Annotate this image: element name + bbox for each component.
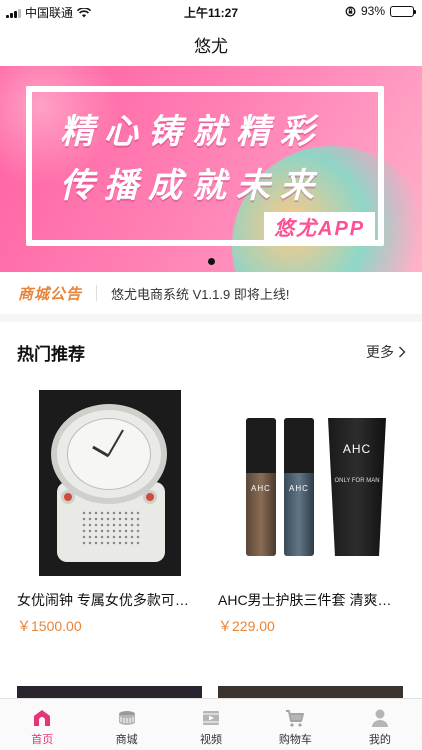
tab-label: 视频 bbox=[200, 734, 223, 746]
nav-bar: 悠尤 bbox=[0, 22, 422, 66]
banner-app-tag: 悠尤APP bbox=[264, 212, 376, 241]
tab-cart[interactable]: 购物车 bbox=[253, 699, 337, 750]
section-header: 热门推荐 更多 bbox=[0, 330, 422, 374]
battery-icon bbox=[390, 5, 416, 17]
mall-icon bbox=[118, 711, 135, 725]
more-label: 更多 bbox=[366, 344, 394, 360]
tab-label: 购物车 bbox=[278, 734, 312, 746]
page-title: 悠尤 bbox=[194, 36, 228, 56]
divider bbox=[96, 285, 98, 301]
cart-icon bbox=[286, 710, 305, 727]
battery-percent: 93% bbox=[360, 4, 385, 18]
banner-headline-1: 精心铸就精彩 bbox=[60, 113, 324, 151]
status-bar: 中国联通 上午11:27 93% bbox=[0, 0, 422, 22]
carousel-indicator[interactable] bbox=[0, 258, 422, 265]
product-image[interactable]: AHC AHC AHC ONLY FOR MAN bbox=[218, 382, 403, 578]
tab-label: 首页 bbox=[31, 734, 54, 746]
section-title: 热门推荐 bbox=[17, 344, 85, 364]
announcement-tag: 商城公告 bbox=[18, 285, 83, 303]
profile-icon bbox=[371, 709, 388, 727]
tab-label: 我的 bbox=[368, 734, 391, 746]
carousel-dot[interactable] bbox=[207, 258, 215, 265]
announcement-bar[interactable]: 商城公告 悠尤电商系统 V1.1.9 即将上线! bbox=[0, 272, 422, 322]
product-card-partial[interactable] bbox=[17, 652, 202, 700]
product-name[interactable]: 女优闹钟 专属女优多款可选 早上叫你起床 bbox=[17, 590, 202, 610]
tab-bar: 首页 商城 视频 购物车 我的 bbox=[0, 698, 422, 750]
product-name[interactable]: AHC男士护肤三件套 清爽控油 bbox=[218, 590, 403, 610]
product-image[interactable] bbox=[17, 382, 202, 578]
announcement-text[interactable]: 悠尤电商系统 V1.1.9 即将上线! bbox=[111, 284, 289, 303]
product-card[interactable]: 女优闹钟 专属女优多款可选 早上叫你起床 ￥1500.00 bbox=[17, 382, 202, 636]
tab-label: 商城 bbox=[115, 734, 138, 746]
status-right: 93% bbox=[345, 4, 416, 18]
product-card-partial[interactable] bbox=[218, 652, 403, 700]
video-icon bbox=[203, 711, 220, 725]
tab-profile[interactable]: 我的 bbox=[338, 699, 422, 750]
home-icon bbox=[34, 710, 51, 726]
product-card[interactable]: AHC AHC AHC ONLY FOR MAN AHC男士护肤三件套 清爽控油… bbox=[218, 382, 403, 636]
banner-carousel[interactable]: 精心铸就精彩 传播成就未来 悠尤APP bbox=[0, 66, 422, 272]
chevron-right-icon bbox=[399, 346, 406, 358]
tab-video[interactable]: 视频 bbox=[169, 699, 253, 750]
banner-headline-2: 传播成就未来 bbox=[60, 167, 324, 205]
tab-home[interactable]: 首页 bbox=[0, 699, 84, 750]
product-price: ￥1500.00 bbox=[17, 618, 82, 634]
tab-mall[interactable]: 商城 bbox=[84, 699, 168, 750]
rotation-lock-icon bbox=[345, 6, 356, 16]
product-price: ￥229.00 bbox=[218, 618, 275, 634]
more-button[interactable]: 更多 bbox=[366, 342, 406, 362]
